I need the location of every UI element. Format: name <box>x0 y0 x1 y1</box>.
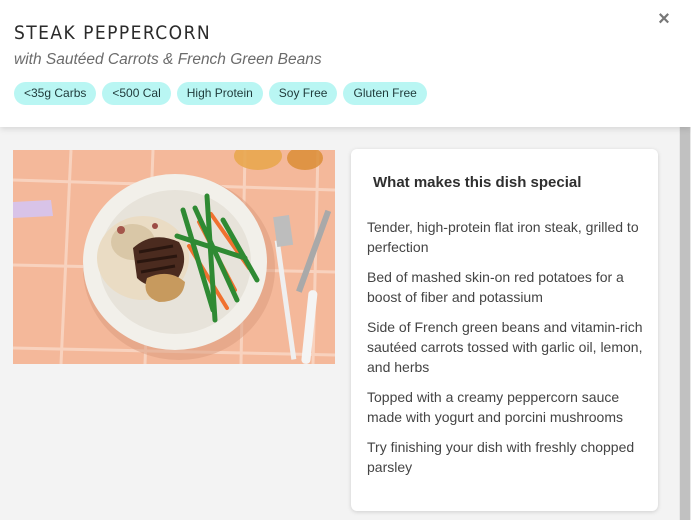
dish-special-card: What makes this dish special Tender, hig… <box>351 149 658 511</box>
dish-photo <box>13 150 335 364</box>
tag-calories: <500 Cal <box>102 82 171 105</box>
close-icon[interactable]: × <box>652 8 676 30</box>
special-list: Tender, high-protein flat iron steak, gr… <box>367 217 652 487</box>
tag-gluten-free: Gluten Free <box>343 82 427 105</box>
scrollbar-thumb[interactable] <box>680 127 690 520</box>
dish-photo-image <box>13 150 335 364</box>
card-title: What makes this dish special <box>373 174 582 191</box>
dish-subtitle: with Sautéed Carrots & French Green Bean… <box>14 51 322 68</box>
list-item: Try finishing your dish with freshly cho… <box>367 439 635 475</box>
tag-soy-free: Soy Free <box>268 82 338 105</box>
list-item: Bed of mashed skin-on red potatoes for a… <box>367 269 624 305</box>
list-item: Side of French green beans and vitamin-r… <box>367 319 643 375</box>
modal-header: STEAK PEPPERCORN with Sautéed Carrots & … <box>0 0 691 127</box>
tag-carbs: <35g Carbs <box>14 82 97 105</box>
dish-title: STEAK PEPPERCORN <box>14 22 212 44</box>
tag-list: <35g Carbs <500 Cal High Protein Soy Fre… <box>14 82 427 105</box>
list-item: Tender, high-protein flat iron steak, gr… <box>367 219 639 255</box>
tag-high-protein: High Protein <box>176 82 263 105</box>
list-item: Topped with a creamy peppercorn sauce ma… <box>367 389 624 425</box>
